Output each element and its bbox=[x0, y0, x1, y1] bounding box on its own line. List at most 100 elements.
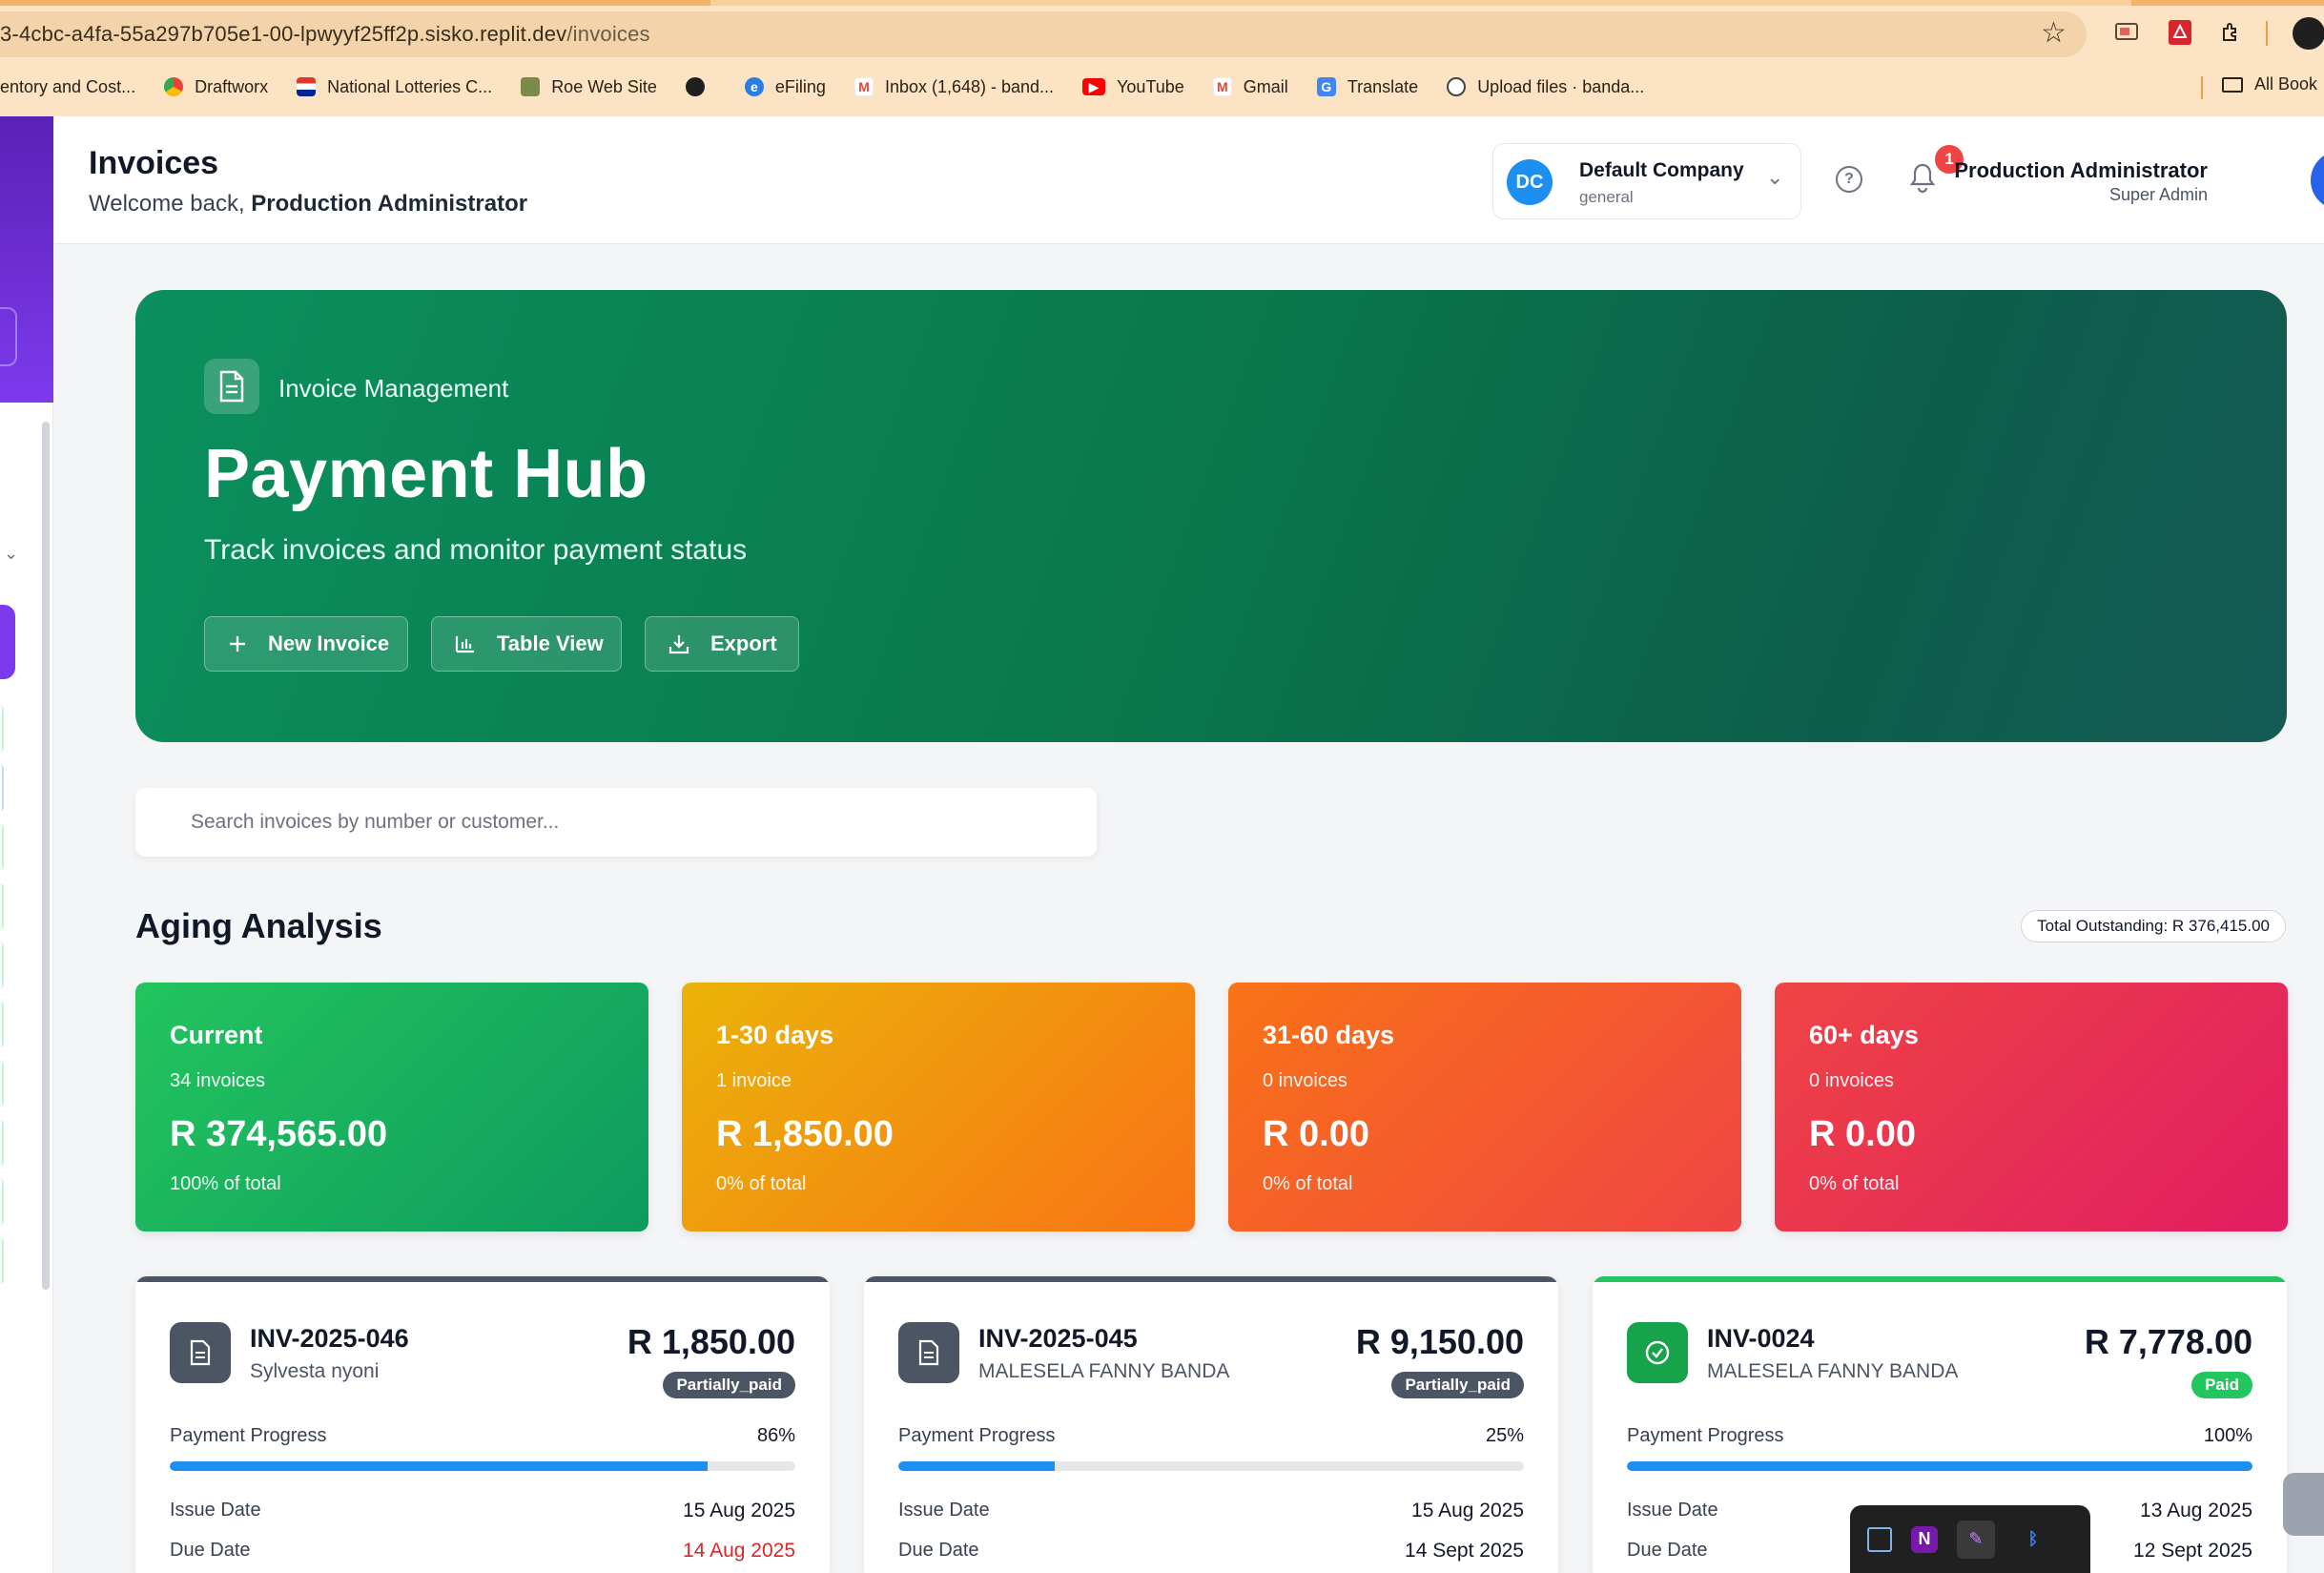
edge-widget-handle[interactable] bbox=[2283, 1473, 2324, 1536]
url-text[interactable]: 3-4cbc-a4fa-55a297b705e1-00-lpwyyf25ff2p… bbox=[0, 22, 650, 47]
issue-date-label: Issue Date bbox=[898, 1500, 990, 1521]
bookmark-item[interactable]: G Translate bbox=[1316, 77, 1418, 97]
bookmark-item[interactable]: e eFiling bbox=[744, 77, 826, 97]
chevron-down-icon: ⌄ bbox=[1766, 165, 1784, 189]
sidebar-item[interactable] bbox=[0, 942, 4, 988]
aging-bucket-label: 31-60 days bbox=[1263, 1021, 1395, 1049]
issue-date: 15 Aug 2025 bbox=[683, 1500, 795, 1521]
hero-subtitle: Track invoices and monitor payment statu… bbox=[204, 534, 748, 566]
address-bar[interactable]: 3-4cbc-a4fa-55a297b705e1-00-lpwyyf25ff2p… bbox=[0, 11, 2087, 57]
user-role: Super Admin bbox=[2108, 185, 2208, 204]
sidebar-item[interactable] bbox=[0, 1238, 4, 1284]
sidebar: ⌄ bbox=[0, 116, 53, 1573]
progress-percent: 86% bbox=[756, 1425, 795, 1446]
pen-icon[interactable]: ✎ bbox=[1957, 1520, 1995, 1559]
bookmark-item[interactable]: Draftworx bbox=[164, 77, 268, 97]
aging-bucket-count: 1 invoice bbox=[716, 1070, 792, 1091]
sidebar-scrollbar[interactable] bbox=[42, 422, 50, 1290]
export-button[interactable]: Export bbox=[645, 616, 799, 672]
bookmark-item[interactable] bbox=[685, 77, 716, 96]
flag-icon bbox=[297, 77, 317, 96]
bookmark-item[interactable]: M Gmail bbox=[1212, 77, 1288, 97]
table-view-button[interactable]: Table View bbox=[431, 616, 622, 672]
profile-avatar[interactable] bbox=[2293, 17, 2324, 50]
help-icon[interactable]: ? bbox=[1836, 166, 1862, 193]
company-name: Default Company bbox=[1579, 159, 1744, 181]
user-avatar[interactable] bbox=[2311, 151, 2324, 210]
invoice-status-bar bbox=[1593, 1276, 2287, 1282]
aging-bucket-label: Current bbox=[170, 1021, 263, 1049]
extensions-puzzle-icon[interactable] bbox=[2218, 19, 2245, 46]
invoice-search-box[interactable] bbox=[135, 788, 1097, 857]
aging-analysis-title: Aging Analysis bbox=[135, 906, 382, 945]
search-input[interactable] bbox=[135, 811, 1097, 834]
sidebar-item[interactable] bbox=[0, 883, 4, 929]
new-invoice-button[interactable]: New Invoice bbox=[204, 616, 408, 672]
bookmark-item[interactable]: National Lotteries C... bbox=[297, 77, 492, 97]
image-icon bbox=[521, 77, 541, 96]
bookmark-item[interactable]: Upload files · banda... bbox=[1447, 77, 1644, 97]
invoice-customer: MALESELA FANNY BANDA bbox=[978, 1360, 1230, 1382]
payment-progress-bar bbox=[898, 1461, 1524, 1471]
welcome-message: Welcome back, Production Administrator bbox=[89, 191, 528, 217]
sidebar-item[interactable] bbox=[0, 1120, 4, 1166]
onenote-icon[interactable]: N bbox=[1911, 1525, 1938, 1553]
invoice-customer: MALESELA FANNY BANDA bbox=[1707, 1360, 1959, 1382]
invoice-customer: Sylvesta nyoni bbox=[250, 1360, 380, 1382]
aging-card-1-30-days[interactable]: 1-30 days 1 invoice R 1,850.00 0% of tot… bbox=[682, 983, 1195, 1231]
company-switcher[interactable]: DC Default Company general ⌄ bbox=[1492, 143, 1801, 219]
download-icon bbox=[668, 633, 689, 654]
cast-icon[interactable] bbox=[2113, 19, 2140, 46]
payment-hub-banner: Invoice Management Payment Hub Track inv… bbox=[135, 290, 2287, 742]
system-tray-overflow: N ✎ ᛒ bbox=[1850, 1505, 2090, 1573]
chrome-icon bbox=[164, 77, 184, 96]
pdf-extension-icon[interactable] bbox=[2167, 19, 2193, 46]
aging-bucket-amount: R 0.00 bbox=[1809, 1114, 1916, 1154]
active-tab-indicator bbox=[710, 0, 2131, 6]
aging-card-60-plus-days[interactable]: 60+ days 0 invoices R 0.00 0% of total bbox=[1775, 983, 2288, 1231]
bluetooth-icon[interactable]: ᛒ bbox=[2014, 1521, 2052, 1559]
due-date-label: Due Date bbox=[898, 1540, 979, 1561]
aging-bucket-amount: R 0.00 bbox=[1263, 1114, 1369, 1154]
github-icon bbox=[1447, 77, 1467, 96]
invoice-card[interactable]: INV-2025-046 Sylvesta nyoni R 1,850.00 P… bbox=[135, 1276, 830, 1573]
bookmark-item[interactable]: M Inbox (1,648) - band... bbox=[854, 77, 1054, 97]
all-bookmarks-folder[interactable]: All Book bbox=[2222, 74, 2317, 94]
sidebar-item[interactable] bbox=[0, 824, 4, 870]
bookmarks-divider bbox=[2201, 76, 2203, 99]
issue-date-label: Issue Date bbox=[170, 1500, 261, 1521]
bell-icon[interactable] bbox=[1908, 162, 1937, 195]
chevron-down-icon[interactable]: ⌄ bbox=[4, 544, 18, 564]
invoice-number: INV-2025-046 bbox=[250, 1324, 409, 1353]
invoice-card[interactable]: INV-2025-045 MALESELA FANNY BANDA R 9,15… bbox=[864, 1276, 1558, 1573]
due-date-label: Due Date bbox=[1627, 1540, 1708, 1561]
progress-label: Payment Progress bbox=[170, 1425, 327, 1446]
hero-title: Payment Hub bbox=[204, 436, 648, 512]
sidebar-item[interactable] bbox=[0, 1061, 4, 1107]
sidebar-item[interactable] bbox=[0, 1179, 4, 1225]
status-badge: Partially_paid bbox=[663, 1372, 795, 1398]
bookmark-item[interactable]: Roe Web Site bbox=[521, 77, 657, 97]
due-date: 14 Aug 2025 bbox=[683, 1540, 795, 1562]
aging-bucket-label: 1-30 days bbox=[716, 1021, 834, 1049]
efiling-icon: e bbox=[744, 77, 764, 96]
user-name[interactable]: Production Administrator bbox=[1954, 158, 2208, 183]
check-circle-icon bbox=[1627, 1322, 1688, 1383]
sidebar-item[interactable] bbox=[0, 1002, 4, 1047]
windows-icon[interactable] bbox=[1867, 1526, 1892, 1552]
status-badge: Paid bbox=[2191, 1372, 2252, 1398]
hero-eyebrow: Invoice Management bbox=[278, 374, 509, 403]
sidebar-item[interactable] bbox=[0, 765, 4, 811]
aging-card-31-60-days[interactable]: 31-60 days 0 invoices R 0.00 0% of total bbox=[1228, 983, 1741, 1231]
sidebar-item-active[interactable] bbox=[0, 605, 15, 679]
payment-progress-bar bbox=[1627, 1461, 2252, 1471]
aging-card-current[interactable]: Current 34 invoices R 374,565.00 100% of… bbox=[135, 983, 648, 1231]
sidebar-item[interactable] bbox=[0, 706, 4, 752]
aging-bucket-percent: 0% of total bbox=[716, 1173, 807, 1194]
aging-bucket-label: 60+ days bbox=[1809, 1021, 1919, 1049]
bookmark-item[interactable]: ▶ YouTube bbox=[1082, 77, 1184, 97]
bookmark-star-icon[interactable]: ☆ bbox=[2041, 19, 2067, 48]
sidebar-logo-box[interactable] bbox=[0, 307, 17, 366]
company-subtitle: general bbox=[1579, 188, 1634, 206]
bookmark-item[interactable]: entory and Cost... bbox=[0, 77, 135, 97]
